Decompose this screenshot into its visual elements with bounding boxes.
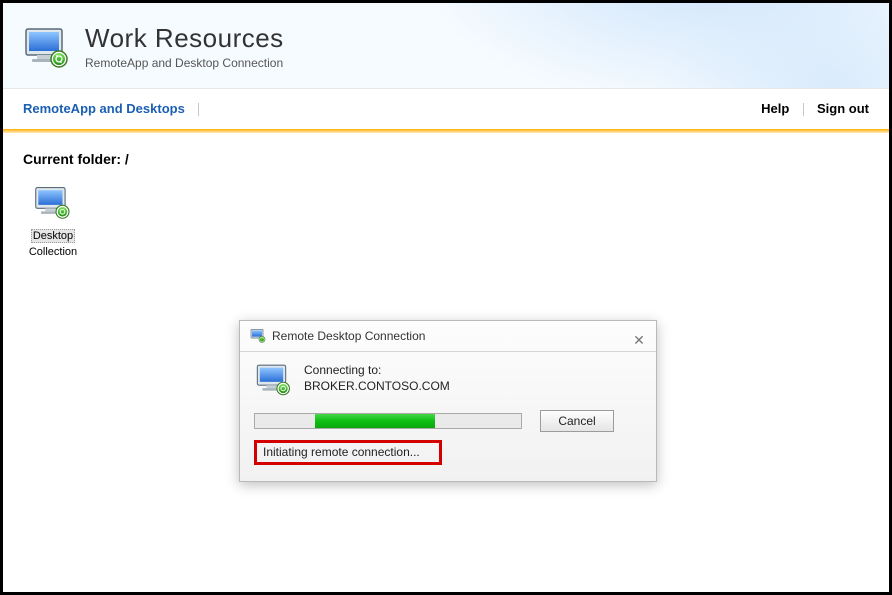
resource-label-line2: Collection	[23, 246, 83, 258]
connection-status-text: Initiating remote connection...	[254, 440, 442, 465]
dialog-title-icon	[250, 328, 266, 344]
desktop-icon	[32, 185, 74, 223]
nav-divider	[803, 103, 804, 116]
resource-label-line1: Desktop	[31, 229, 75, 243]
content-region: Current folder: / Desktop Collection	[3, 133, 889, 276]
progress-fill	[315, 414, 435, 428]
nav-help[interactable]: Help	[761, 101, 789, 116]
dialog-title-text: Remote Desktop Connection	[272, 321, 425, 351]
page-title: Work Resources	[85, 23, 284, 54]
connecting-to-label: Connecting to:	[304, 362, 450, 378]
page-subtitle: RemoteApp and Desktop Connection	[85, 56, 284, 70]
app-logo-icon	[23, 25, 71, 76]
close-icon[interactable]: ✕	[628, 325, 650, 347]
cancel-button[interactable]: Cancel	[540, 410, 614, 432]
remote-desktop-dialog: Remote Desktop Connection ✕ Connecting t…	[239, 320, 657, 482]
nav-signout[interactable]: Sign out	[817, 101, 869, 116]
nav-remoteapp-desktops[interactable]: RemoteApp and Desktops	[23, 101, 185, 116]
nav-bar: RemoteApp and Desktops Help Sign out	[3, 89, 889, 129]
current-folder-label: Current folder: /	[23, 151, 869, 167]
nav-divider	[198, 103, 199, 116]
dialog-desktop-icon	[254, 362, 294, 400]
connecting-host: BROKER.CONTOSO.COM	[304, 378, 450, 394]
dialog-titlebar: Remote Desktop Connection ✕	[240, 321, 656, 351]
header-region: Work Resources RemoteApp and Desktop Con…	[3, 3, 889, 89]
resource-desktop-collection[interactable]: Desktop Collection	[23, 185, 83, 258]
connection-progress-bar	[254, 413, 522, 429]
